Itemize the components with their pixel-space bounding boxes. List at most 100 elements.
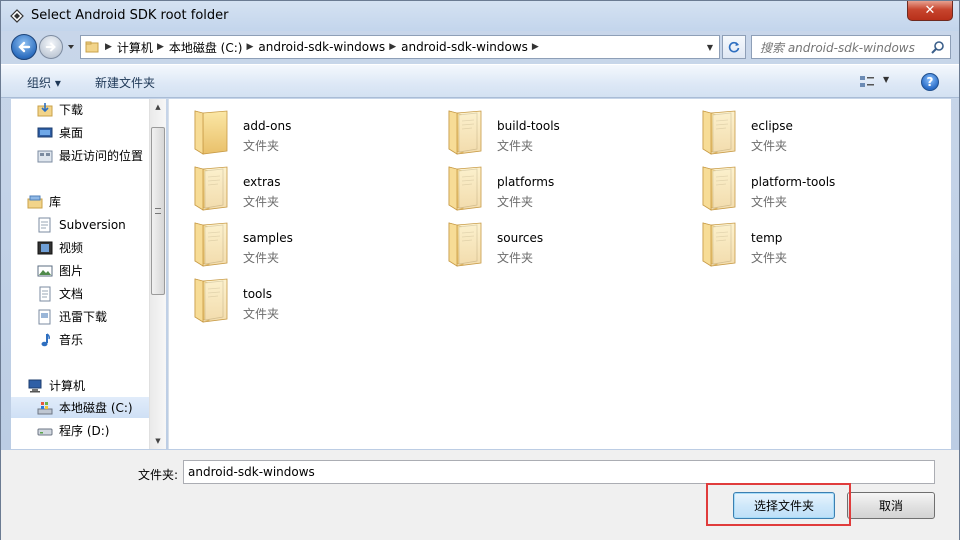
new-folder-button[interactable]: 新建文件夹 bbox=[95, 74, 155, 91]
breadcrumb-item-sdk-current[interactable]: android-sdk-windows bbox=[401, 40, 528, 54]
address-dropdown-icon[interactable]: ▼ bbox=[701, 36, 719, 58]
folder-icon bbox=[443, 107, 487, 157]
pictures-library-icon bbox=[37, 265, 53, 276]
breadcrumb: ▶ 计算机 ▶ 本地磁盘 (C:) ▶ android-sdk-windows … bbox=[99, 36, 546, 58]
nav-item-label: Subversion bbox=[59, 217, 126, 232]
computer-icon bbox=[28, 379, 42, 392]
folder-item[interactable]: tools 文件夹 bbox=[189, 273, 429, 327]
folder-item[interactable]: platforms 文件夹 bbox=[443, 161, 683, 215]
folder-name: sources bbox=[497, 231, 544, 245]
folder-icon bbox=[697, 163, 741, 213]
breadcrumb-item-drive-c[interactable]: 本地磁盘 (C:) bbox=[169, 39, 243, 56]
scroll-up-icon[interactable]: ▲ bbox=[150, 99, 166, 115]
title-bar[interactable]: Select Android SDK root folder ✕ bbox=[1, 1, 959, 31]
breadcrumb-arrow-icon[interactable]: ▶ bbox=[532, 42, 539, 52]
app-icon bbox=[10, 9, 24, 23]
folder-icon bbox=[189, 275, 233, 325]
folder-item[interactable]: platform-tools 文件夹 bbox=[697, 161, 937, 215]
nav-item-computer[interactable]: 计算机 bbox=[27, 375, 165, 396]
search-input[interactable] bbox=[760, 39, 925, 56]
breadcrumb-item-computer[interactable]: 计算机 bbox=[117, 39, 153, 56]
folder-type: 文件夹 bbox=[243, 251, 280, 265]
nav-item-downloads[interactable]: 下载 bbox=[37, 99, 166, 120]
breadcrumb-arrow-icon[interactable]: ▶ bbox=[246, 42, 253, 52]
thunder-download-icon bbox=[38, 309, 51, 324]
scroll-down-icon[interactable]: ▼ bbox=[150, 433, 166, 449]
nav-item-desktop[interactable]: 桌面 bbox=[37, 122, 166, 143]
highlight-annotation bbox=[706, 483, 851, 526]
folder-type: 文件夹 bbox=[497, 195, 534, 209]
close-button[interactable]: ✕ bbox=[907, 1, 953, 21]
folder-name: platforms bbox=[497, 175, 555, 189]
nav-item-pictures[interactable]: 图片 bbox=[37, 260, 166, 281]
forward-button[interactable] bbox=[39, 35, 63, 59]
folder-name: samples bbox=[243, 231, 293, 245]
refresh-icon bbox=[728, 41, 740, 53]
folder-icon bbox=[189, 107, 233, 157]
folder-icon bbox=[697, 107, 741, 157]
folder-type: 文件夹 bbox=[751, 251, 788, 265]
nav-item-thunder-downloads[interactable]: 迅雷下载 bbox=[37, 306, 166, 327]
folder-icon bbox=[697, 219, 741, 269]
nav-item-label: 程序 (D:) bbox=[59, 424, 110, 438]
nav-item-libraries[interactable]: 库 bbox=[27, 191, 165, 212]
folder-type: 文件夹 bbox=[751, 195, 788, 209]
nav-item-label: 最近访问的位置 bbox=[59, 149, 144, 163]
back-button[interactable] bbox=[11, 34, 37, 60]
close-icon: ✕ bbox=[924, 3, 936, 18]
nav-item-videos[interactable]: 视频 bbox=[37, 237, 166, 258]
folder-name: platform-tools bbox=[751, 175, 836, 189]
desktop-icon bbox=[37, 127, 53, 137]
folder-name: eclipse bbox=[751, 119, 793, 133]
nav-item-label: 音乐 bbox=[59, 333, 84, 347]
folder-item[interactable]: build-tools 文件夹 bbox=[443, 105, 683, 159]
address-bar[interactable]: ▶ 计算机 ▶ 本地磁盘 (C:) ▶ android-sdk-windows … bbox=[80, 35, 720, 59]
search-box[interactable] bbox=[751, 35, 951, 59]
library-icon bbox=[27, 195, 43, 208]
nav-item-drive-c[interactable]: 本地磁盘 (C:) bbox=[11, 397, 149, 418]
nav-item-music[interactable]: 音乐 bbox=[37, 329, 166, 350]
navigation-pane: 下载 桌面 最近访问的位置 库 Subversion 视频 图片 文档 迅雷下载… bbox=[11, 99, 166, 449]
help-icon[interactable]: ? bbox=[921, 73, 939, 91]
breadcrumb-item-sdk[interactable]: android-sdk-windows bbox=[258, 40, 385, 54]
address-row: ▶ 计算机 ▶ 本地磁盘 (C:) ▶ android-sdk-windows … bbox=[1, 31, 959, 63]
nav-item-label: 视频 bbox=[59, 241, 84, 255]
folder-item[interactable]: temp 文件夹 bbox=[697, 217, 937, 271]
nav-item-documents[interactable]: 文档 bbox=[37, 283, 166, 304]
nav-item-label: 桌面 bbox=[59, 126, 84, 140]
folder-field-label: 文件夹: bbox=[138, 468, 179, 482]
folder-item[interactable]: sources 文件夹 bbox=[443, 217, 683, 271]
recent-pages-dropdown-icon[interactable] bbox=[66, 42, 76, 52]
cancel-button[interactable]: 取消 bbox=[847, 492, 935, 519]
folder-name: build-tools bbox=[497, 119, 560, 133]
folder-name: extras bbox=[243, 175, 281, 189]
change-view-icon[interactable] bbox=[859, 74, 875, 90]
organize-button[interactable]: 组织 ▾ bbox=[27, 74, 61, 91]
folder-type: 文件夹 bbox=[497, 251, 534, 265]
nav-item-recent-places[interactable]: 最近访问的位置 bbox=[37, 145, 166, 166]
folder-icon bbox=[443, 163, 487, 213]
nav-scrollbar[interactable]: ▲ ▼ bbox=[149, 99, 166, 449]
folder-item[interactable]: extras 文件夹 bbox=[189, 161, 429, 215]
nav-item-drive-d[interactable]: 程序 (D:) bbox=[37, 420, 166, 441]
search-icon[interactable] bbox=[930, 40, 945, 55]
scroll-thumb[interactable] bbox=[151, 127, 165, 295]
breadcrumb-arrow-icon[interactable]: ▶ bbox=[105, 42, 112, 52]
folder-name: temp bbox=[751, 231, 783, 245]
nav-item-label: 迅雷下载 bbox=[59, 310, 108, 324]
music-library-icon bbox=[41, 332, 50, 346]
folder-item[interactable]: add-ons 文件夹 bbox=[189, 105, 429, 159]
refresh-button[interactable] bbox=[722, 35, 746, 59]
nav-item-label: 计算机 bbox=[49, 379, 86, 393]
folder-type: 文件夹 bbox=[243, 195, 280, 209]
file-dialog-window: Select Android SDK root folder ✕ ▶ 计算机 ▶… bbox=[0, 0, 960, 540]
folder-name-input[interactable] bbox=[183, 460, 935, 484]
nav-item-subversion[interactable]: Subversion bbox=[37, 214, 166, 235]
folder-type: 文件夹 bbox=[243, 307, 280, 321]
folder-item[interactable]: eclipse 文件夹 bbox=[697, 105, 937, 159]
breadcrumb-arrow-icon[interactable]: ▶ bbox=[157, 42, 164, 52]
view-options-dropdown-icon[interactable]: ▼ bbox=[883, 75, 889, 84]
breadcrumb-arrow-icon[interactable]: ▶ bbox=[389, 42, 396, 52]
folder-item[interactable]: samples 文件夹 bbox=[189, 217, 429, 271]
folder-name: add-ons bbox=[243, 119, 292, 133]
